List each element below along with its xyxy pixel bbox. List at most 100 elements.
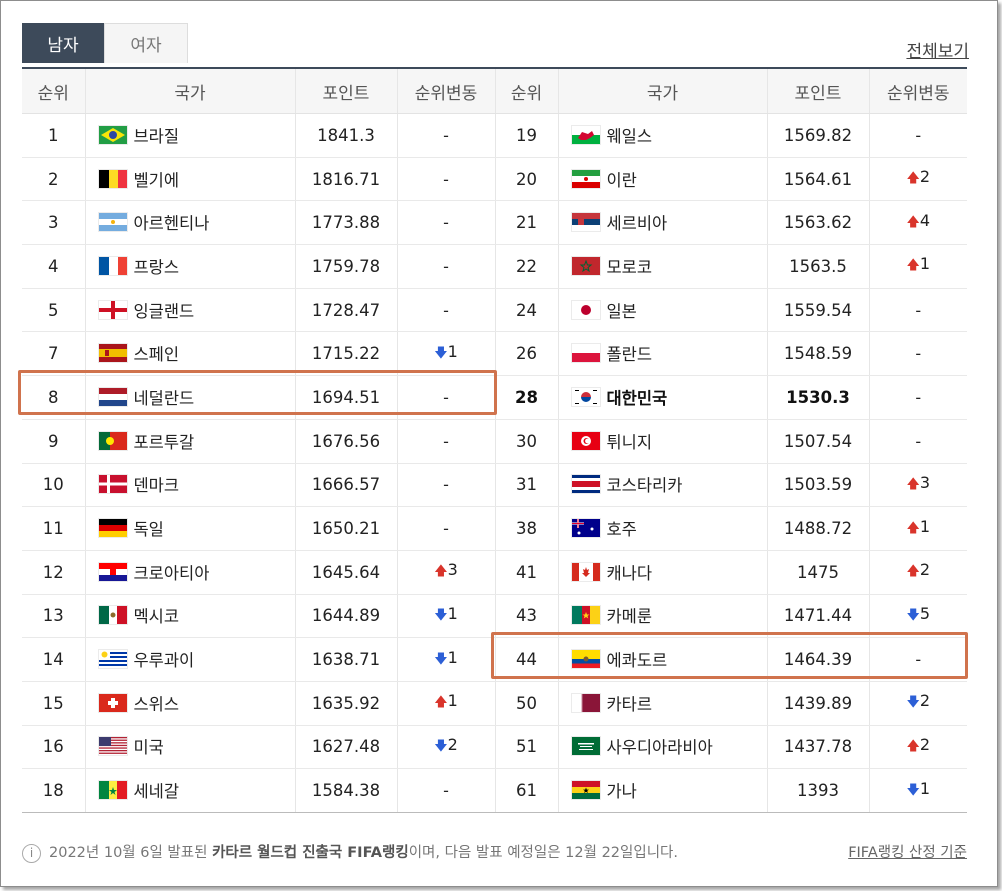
country-cell[interactable]: 아르헨티나 <box>84 200 295 246</box>
country-cell[interactable]: 코스타리카 <box>557 463 767 508</box>
change-value: 3 <box>919 472 931 492</box>
change-cell: 🡅4 <box>868 200 967 246</box>
country-cell[interactable]: 벨기에 <box>84 157 295 202</box>
country-name[interactable]: 네덜란드 <box>134 385 195 409</box>
country-cell[interactable]: 스페인 <box>84 331 295 377</box>
rank-cell: 2 <box>22 157 85 202</box>
country-cell[interactable]: 에콰도르 <box>557 637 767 682</box>
country-cell[interactable]: 잉글랜드 <box>84 288 295 333</box>
france-flag-icon <box>98 256 127 275</box>
country-cell[interactable]: 일본 <box>557 288 767 333</box>
country-name[interactable]: 벨기에 <box>134 167 180 191</box>
tab-women[interactable]: 여자 <box>104 23 188 63</box>
country-cell[interactable]: 모로코 <box>557 244 767 289</box>
country-name[interactable]: 이란 <box>607 167 637 191</box>
header-points: 포인트 <box>766 68 869 114</box>
rank-value: 8 <box>48 387 59 407</box>
points-cell: 1676.56 <box>294 419 397 464</box>
country-name[interactable]: 우루과이 <box>134 647 195 671</box>
country-name[interactable]: 세네갈 <box>134 778 180 802</box>
country-name[interactable]: 에콰도르 <box>607 647 668 671</box>
country-cell[interactable]: 우루과이 <box>84 637 295 682</box>
points-cell: 1638.71 <box>294 637 397 682</box>
country-name[interactable]: 프랑스 <box>134 254 180 278</box>
country-name[interactable]: 크로아티아 <box>134 560 210 584</box>
rank-up-icon: 🡅 <box>434 695 448 711</box>
country-name[interactable]: 독일 <box>134 516 164 540</box>
rank-cell: 14 <box>22 637 85 682</box>
country-name[interactable]: 캐나다 <box>607 560 653 584</box>
points-cell: 1471.44 <box>766 594 869 639</box>
country-name[interactable]: 일본 <box>607 298 637 322</box>
country-name[interactable]: 스페인 <box>134 341 180 365</box>
country-cell[interactable]: 프랑스 <box>84 244 295 289</box>
rank-value: 10 <box>42 475 64 495</box>
country-cell[interactable]: 폴란드 <box>557 331 767 377</box>
country-cell[interactable]: 호주 <box>557 506 767 551</box>
country-name[interactable]: 폴란드 <box>607 341 653 365</box>
tab-men[interactable]: 남자 <box>22 23 104 63</box>
country-cell[interactable]: 미국 <box>84 725 295 770</box>
change-value: - <box>915 431 922 451</box>
country-name[interactable]: 덴마크 <box>134 472 180 496</box>
country-name[interactable]: 대한민국 <box>607 385 668 409</box>
country-name[interactable]: 카타르 <box>607 691 653 715</box>
country-cell[interactable]: 웨일스 <box>557 113 767 158</box>
change-value: - <box>443 519 449 539</box>
country-name[interactable]: 멕시코 <box>134 603 180 627</box>
change-value: 5 <box>919 603 931 623</box>
country-name[interactable]: 카메룬 <box>607 603 653 627</box>
country-cell[interactable]: 덴마크 <box>84 463 295 508</box>
country-name[interactable]: 코스타리카 <box>607 472 683 496</box>
country-cell[interactable]: 캐나다 <box>557 550 767 595</box>
footer-pre: 2022년 10월 6일 발표된 <box>49 845 213 861</box>
country-cell[interactable]: 멕시코 <box>84 594 295 639</box>
country-name[interactable]: 아르헨티나 <box>134 210 210 234</box>
country-cell[interactable]: 독일 <box>84 506 295 551</box>
qatar-flag-icon <box>571 693 600 712</box>
country-cell[interactable]: 카타르 <box>557 681 767 726</box>
country-cell[interactable]: 브라질 <box>84 113 295 158</box>
country-name[interactable]: 가나 <box>607 778 637 802</box>
change-cell: - <box>396 157 495 202</box>
country-name[interactable]: 튀니지 <box>607 429 653 453</box>
country-name[interactable]: 스위스 <box>134 691 180 715</box>
country-name[interactable]: 호주 <box>607 516 637 540</box>
change-value: - <box>443 256 449 276</box>
country-cell[interactable]: 크로아티아 <box>84 550 295 595</box>
country-cell[interactable]: 세르비아 <box>557 200 767 246</box>
country-cell[interactable]: 카메룬 <box>557 594 767 639</box>
country-cell[interactable]: 포르투갈 <box>84 419 295 464</box>
points-value: 1439.89 <box>783 693 853 713</box>
country-name[interactable]: 웨일스 <box>607 123 653 147</box>
rank-down-icon: 🡇 <box>434 345 448 361</box>
country-cell[interactable]: 사우디아라비아 <box>557 725 767 770</box>
criteria-link[interactable]: FIFA랭킹 산정 기준 <box>848 841 967 862</box>
country-name[interactable]: 사우디아라비아 <box>607 734 713 758</box>
country-name[interactable]: 잉글랜드 <box>134 298 195 322</box>
country-name[interactable]: 세르비아 <box>607 210 668 234</box>
country-name[interactable]: 포르투갈 <box>134 429 195 453</box>
rank-value: 19 <box>516 125 537 145</box>
change-value: 3 <box>447 560 458 580</box>
country-name[interactable]: 브라질 <box>134 123 180 147</box>
full-view-link[interactable]: 전체보기 <box>906 37 969 62</box>
country-name[interactable]: 모로코 <box>607 254 653 278</box>
country-cell[interactable]: 이란 <box>557 157 767 202</box>
points-value: 1715.22 <box>311 344 381 364</box>
country-cell[interactable]: 튀니지 <box>557 419 767 464</box>
points-cell: 1569.82 <box>766 113 869 158</box>
points-value: 1563.62 <box>783 213 853 233</box>
points-value: 1644.89 <box>311 606 381 626</box>
country-cell[interactable]: 대한민국 <box>557 375 767 420</box>
change-value: - <box>443 475 449 495</box>
country-name[interactable]: 미국 <box>134 734 164 758</box>
tunisia-flag-icon <box>571 431 600 450</box>
table-row: 10 덴마크 1666.57 - 31 코스타리카 1503.59 🡅3 <box>22 463 967 508</box>
points-value: 1694.51 <box>311 387 381 407</box>
country-cell[interactable]: 세네갈 <box>84 768 295 813</box>
country-cell[interactable]: 가나 <box>557 768 767 813</box>
country-cell[interactable]: 스위스 <box>84 681 295 726</box>
ecuador-flag-icon <box>571 650 600 669</box>
country-cell[interactable]: 네덜란드 <box>84 375 295 420</box>
